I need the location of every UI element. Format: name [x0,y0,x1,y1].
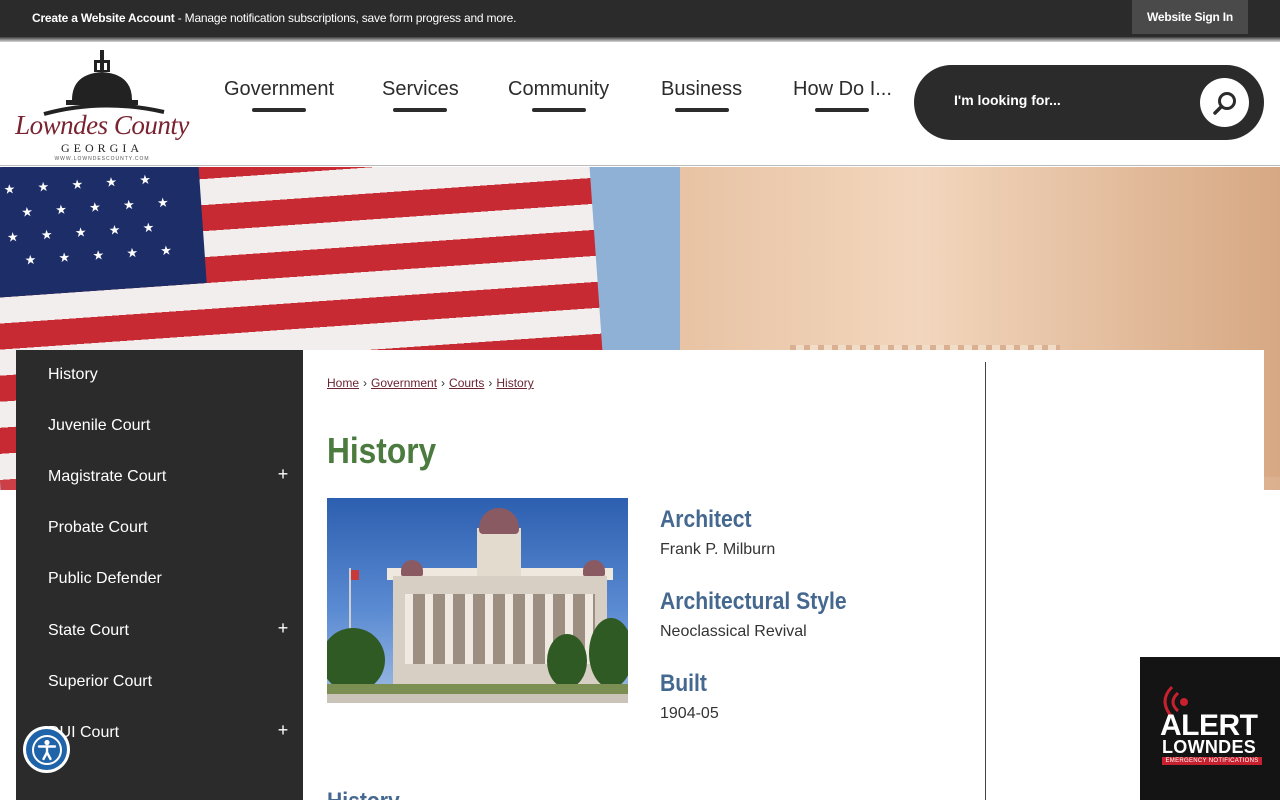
alert-tagline: EMERGENCY NOTIFICATIONS [1162,757,1262,765]
fact-built-value: 1904-05 [660,705,719,722]
nav-how-do-i[interactable]: How Do I... [793,78,892,116]
logo-script-text: Lowndes County [15,110,189,140]
photo-main-dome [479,508,519,534]
accessibility-icon [31,734,62,765]
nav-underline [393,108,448,112]
photo-tree [589,618,628,688]
accessibility-button[interactable] [23,726,70,773]
county-logo[interactable]: Lowndes County GEORGIA WWW.LOWNDESCOUNTY… [14,44,190,164]
sidebar-item-probate-court[interactable]: Probate Court [16,503,303,554]
photo-tree [547,634,587,688]
utility-bar: Create a Website Account - Manage notifi… [0,0,1280,36]
photo-flag [351,570,359,580]
fact-architect-label: Architect [660,506,752,533]
sidebar-item-magistrate-court[interactable]: Magistrate Court + [16,452,303,503]
history-subheading: History [327,788,400,800]
breadcrumb-history[interactable]: History [496,376,533,390]
nav-label: Services [382,78,459,100]
nav-underline [674,108,729,112]
site-header: Lowndes County GEORGIA WWW.LOWNDESCOUNTY… [0,42,1280,166]
nav-label: Business [661,78,743,100]
photo-side-dome [583,560,605,576]
breadcrumb-home[interactable]: Home [327,376,359,390]
sidebar-item-label: Probate Court [48,519,148,536]
search-icon [1212,91,1236,115]
sidebar-item-label: Magistrate Court [48,468,167,485]
alert-lowndes-widget[interactable]: ALERT LOWNDES EMERGENCY NOTIFICATIONS [1140,657,1280,800]
logo-state-text: GEORGIA [61,141,143,155]
main-content: Home › Government › Courts › History History A… [303,350,1264,800]
sidebar-item-label: State Court [48,622,129,639]
breadcrumb-separator: › [441,376,446,390]
expand-icon[interactable]: + [276,618,290,639]
account-description: - Manage notification subscriptions, sav… [174,11,517,25]
expand-icon[interactable]: + [276,720,290,741]
fact-built-label: Built [660,670,707,697]
breadcrumb-separator: › [488,376,493,390]
nav-business[interactable]: Business [661,78,742,116]
nav-label: Government [224,78,335,100]
nav-government[interactable]: Government [224,78,334,116]
nav-underline [531,108,586,112]
column-divider [985,362,986,800]
nav-services[interactable]: Services [382,78,459,116]
breadcrumb: Home › Government › Courts › History [327,376,534,390]
create-account-link[interactable]: Create a Website Account [32,11,175,25]
accessibility-icon-bg [26,729,67,770]
nav-underline [252,108,307,112]
photo-sidewalk [327,694,628,703]
sidebar-item-superior-court[interactable]: Superior Court [16,657,303,708]
breadcrumb-courts[interactable]: Courts [449,376,484,390]
account-message[interactable]: Create a Website Account - Manage notifi… [32,11,516,25]
breadcrumb-government[interactable]: Government [371,376,437,390]
alert-subtitle: LOWNDES [1162,737,1257,757]
search-button[interactable] [1200,78,1249,127]
sidebar-item-label: Superior Court [48,673,153,690]
nav-label: Community [508,78,610,100]
sign-in-button[interactable]: Website Sign In [1132,0,1248,34]
search-input[interactable] [954,92,1174,108]
fact-style-value: Neoclassical Revival [660,623,807,640]
logo-url-text: WWW.LOWNDESCOUNTY.COM [54,156,150,162]
nav-underline [815,108,870,112]
sidebar-item-label: Public Defender [48,570,162,587]
page-title: History [327,430,437,471]
sidebar-item-juvenile-court[interactable]: Juvenile Court [16,401,303,452]
courthouse-photo [327,498,628,703]
courthouse-dome-icon [43,50,165,116]
search-bar [914,65,1264,140]
sidebar-item-state-court[interactable]: State Court + [16,606,303,657]
sidebar-item-label: History [48,366,98,383]
fact-style-label: Architectural Style [660,588,847,615]
fact-architect-value: Frank P. Milburn [660,541,776,558]
nav-label: How Do I... [793,78,892,100]
breadcrumb-separator: › [363,376,368,390]
sidebar-item-public-defender[interactable]: Public Defender [16,554,303,605]
photo-side-dome [401,560,423,576]
photo-tower [477,528,521,576]
sidebar-item-history[interactable]: History [16,350,303,401]
expand-icon[interactable]: + [276,464,290,485]
nav-community[interactable]: Community [508,78,609,116]
flag-canton: ★ ★ ★ ★ ★ ★ ★ ★ ★ ★ ★ ★ ★ ★ ★ ★ ★ ★ ★ ★ [0,167,207,299]
sidebar-item-label: Juvenile Court [48,417,151,434]
photo-tree [327,628,385,692]
